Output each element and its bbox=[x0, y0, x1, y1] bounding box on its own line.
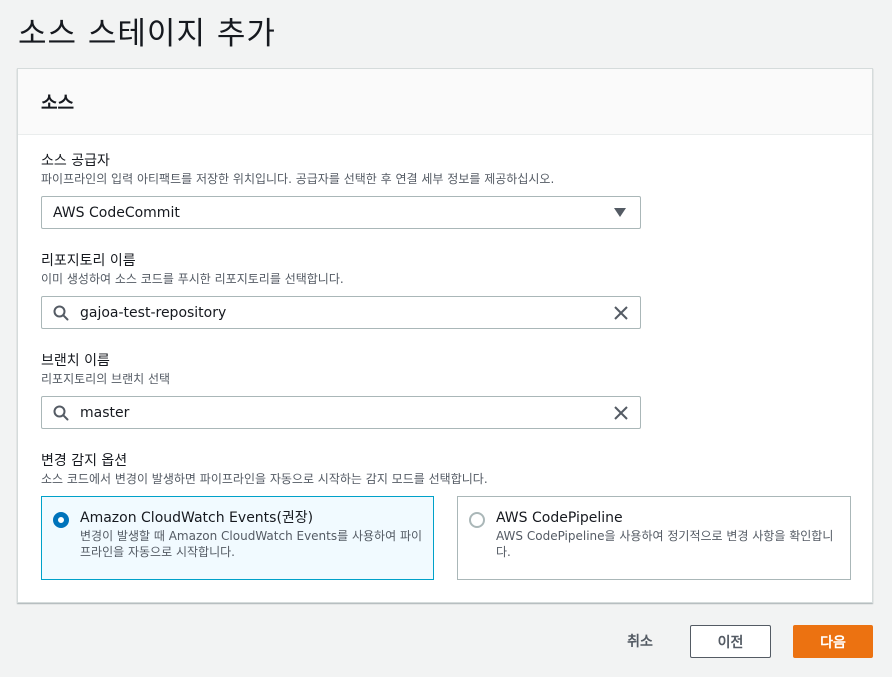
branch-label: 브랜치 이름 bbox=[41, 353, 110, 369]
branch-description: 리포지토리의 브랜치 선택 bbox=[41, 372, 171, 386]
option-title: Amazon CloudWatch Events(권장) bbox=[80, 510, 314, 526]
repository-value: gajoa-test-repository bbox=[80, 304, 227, 321]
next-button[interactable]: 다음 bbox=[793, 625, 873, 658]
radio-button[interactable] bbox=[469, 512, 485, 528]
detection-option-codepipeline[interactable]: AWS CodePipeline AWS CodePipeline을 사용하여 … bbox=[457, 496, 851, 580]
caret-down-icon bbox=[614, 208, 626, 217]
source-provider-selected-value: AWS CodeCommit bbox=[53, 204, 180, 221]
detection-description: 소스 코드에서 변경이 발생하면 파이프라인을 자동으로 시작하는 감지 모드를… bbox=[41, 472, 488, 486]
source-provider-description: 파이프라인의 입력 아티팩트를 저장한 위치입니다. 공급자를 선택한 후 연결… bbox=[41, 172, 555, 186]
option-description: AWS CodePipeline을 사용하여 정기적으로 변경 사항을 확인합니… bbox=[496, 529, 834, 559]
detection-option-cloudwatch[interactable]: Amazon CloudWatch Events(권장) 변경이 발생할 때 A… bbox=[41, 496, 434, 580]
source-provider-select[interactable]: AWS CodeCommit bbox=[41, 196, 641, 229]
panel-header: 소스 bbox=[18, 69, 872, 135]
cancel-button[interactable]: 취소 bbox=[612, 624, 668, 657]
close-icon[interactable] bbox=[602, 397, 640, 428]
detection-label: 변경 감지 옵션 bbox=[41, 453, 128, 469]
branch-field: 브랜치 이름 리포지토리의 브랜치 선택 bbox=[41, 353, 641, 387]
search-icon bbox=[42, 297, 80, 328]
source-panel: 소스 소스 공급자 파이프라인의 입력 아티팩트를 저장한 위치입니다. 공급자… bbox=[17, 68, 873, 603]
source-provider-label: 소스 공급자 bbox=[41, 153, 110, 169]
branch-value: master bbox=[80, 404, 130, 421]
repository-field: 리포지토리 이름 이미 생성하여 소스 코드를 푸시한 리포지토리를 선택합니다… bbox=[41, 253, 641, 287]
branch-input[interactable]: master bbox=[41, 396, 641, 429]
repository-label: 리포지토리 이름 bbox=[41, 253, 136, 269]
radio-button-selected[interactable] bbox=[53, 512, 69, 528]
close-icon[interactable] bbox=[602, 297, 640, 328]
source-provider-field: 소스 공급자 파이프라인의 입력 아티팩트를 저장한 위치입니다. 공급자를 선… bbox=[41, 153, 641, 187]
page-title: 소스 스테이지 추가 bbox=[18, 16, 276, 52]
option-title: AWS CodePipeline bbox=[496, 510, 623, 526]
option-description: 변경이 발생할 때 Amazon CloudWatch Events를 사용하여… bbox=[80, 529, 423, 559]
previous-button[interactable]: 이전 bbox=[690, 625, 771, 658]
panel-title: 소스 bbox=[41, 92, 75, 114]
detection-field: 변경 감지 옵션 소스 코드에서 변경이 발생하면 파이프라인을 자동으로 시작… bbox=[41, 453, 841, 487]
search-icon bbox=[42, 397, 80, 428]
repository-description: 이미 생성하여 소스 코드를 푸시한 리포지토리를 선택합니다. bbox=[41, 272, 344, 286]
repository-input[interactable]: gajoa-test-repository bbox=[41, 296, 641, 329]
